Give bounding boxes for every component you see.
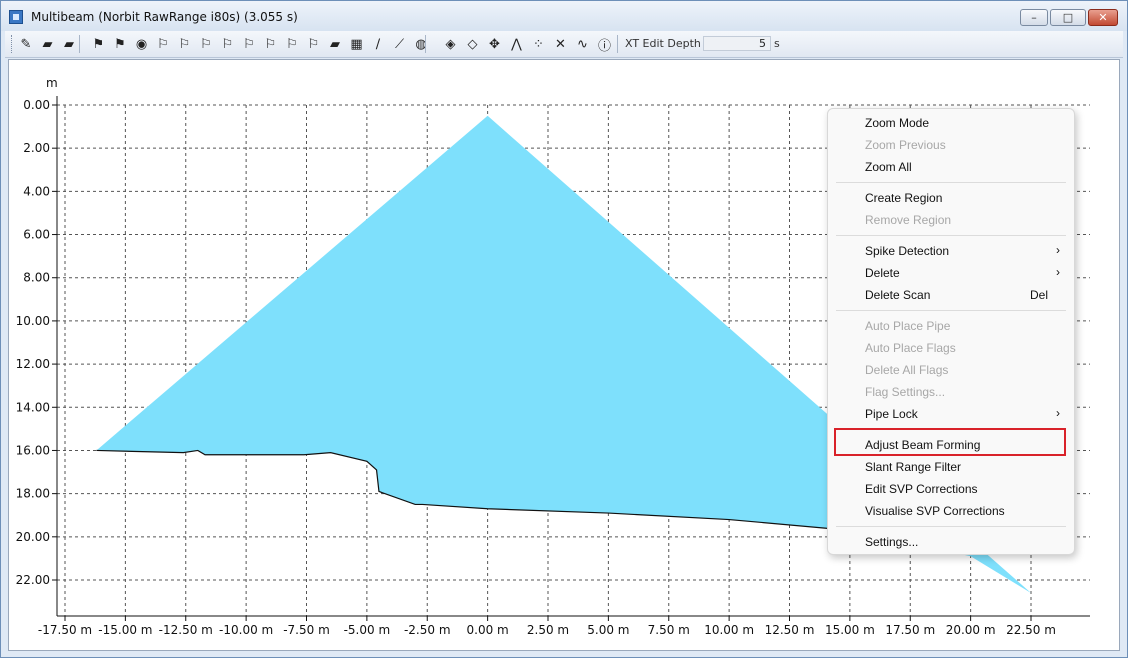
menu-item-delete[interactable]: Delete ›: [828, 262, 1074, 284]
menu-item-label: Remove Region: [865, 213, 952, 227]
chevron-right-icon: ›: [1056, 265, 1060, 279]
x-tick-label: 22.50 m: [1006, 623, 1056, 637]
x-tick-label: 17.50 m: [885, 623, 935, 637]
x-tick-label: 5.00 m: [587, 623, 629, 637]
menu-item-label: Auto Place Flags: [865, 341, 956, 355]
chevron-right-icon: ›: [1056, 243, 1060, 257]
y-tick-label: 6.00: [23, 228, 50, 242]
menu-item-zoom-previous[interactable]: Zoom Previous: [828, 134, 1074, 156]
y-tick-labels: 0.00 2.00 4.00 6.00 8.00 10.00 12.00 14.00 16.00…: [16, 98, 57, 587]
x-tick-label: 12.50 m: [765, 623, 815, 637]
menu-item-zoom-mode[interactable]: Zoom Mode: [828, 112, 1074, 134]
menu-item-label: Edit SVP Corrections: [865, 482, 978, 496]
x-tick-label: 15.00 m: [825, 623, 875, 637]
menu-item-flag-settings[interactable]: Flag Settings...: [828, 381, 1074, 403]
x-tick-label: 0.00 m: [467, 623, 509, 637]
y-tick-label: 18.00: [16, 487, 50, 501]
menu-separator: [836, 310, 1066, 311]
x-tick-label: 10.00 m: [704, 623, 754, 637]
x-tick-label: -7.50 m: [283, 623, 330, 637]
y-tick-label: 4.00: [23, 184, 50, 198]
menu-item-label: Pipe Lock: [865, 407, 918, 421]
menu-item-label: Delete: [865, 266, 900, 280]
menu-item-label: Delete Scan: [865, 288, 931, 302]
x-tick-label: -12.50 m: [159, 623, 213, 637]
menu-item-label: Zoom All: [865, 160, 912, 174]
menu-item-create-region[interactable]: Create Region: [828, 187, 1074, 209]
y-tick-label: 8.00: [23, 271, 50, 285]
menu-item-shortcut: Del: [1029, 288, 1048, 302]
menu-item-label: Create Region: [865, 191, 943, 205]
menu-item-label: Zoom Mode: [865, 116, 930, 130]
menu-item-delete-all-flags[interactable]: Delete All Flags: [828, 359, 1074, 381]
x-tick-label: 20.00 m: [946, 623, 996, 637]
x-tick-label: -10.00 m: [219, 623, 273, 637]
x-tick-label: -15.00 m: [98, 623, 152, 637]
menu-item-label: Flag Settings...: [865, 385, 946, 399]
menu-item-pipe-lock[interactable]: Pipe Lock ›: [828, 403, 1074, 425]
y-tick-label: 12.00: [16, 357, 50, 371]
menu-item-label: Zoom Previous: [865, 138, 946, 152]
x-tick-labels: -17.50 m -15.00 m -12.50 m -10.00 m -7.50 m-…: [38, 616, 1056, 637]
highlight-box: [834, 428, 1066, 456]
y-tick-label: 0.00: [23, 98, 50, 112]
y-tick-label: 14.00: [16, 400, 50, 414]
menu-item-spike-detection[interactable]: Spike Detection ›: [828, 240, 1074, 262]
menu-item-settings[interactable]: Settings...: [828, 531, 1074, 553]
menu-item-slant-range-filter[interactable]: Slant Range Filter: [828, 456, 1074, 478]
x-tick-label: -5.00 m: [344, 623, 391, 637]
y-tick-label: 22.00: [16, 573, 50, 587]
x-tick-label: 2.50 m: [527, 623, 569, 637]
x-tick-label: 7.50 m: [648, 623, 690, 637]
x-tick-label: -2.50 m: [404, 623, 451, 637]
menu-item-label: Settings...: [865, 535, 919, 549]
menu-item-delete-scan[interactable]: Delete Scan Del: [828, 284, 1074, 306]
y-tick-label: 20.00: [16, 530, 50, 544]
menu-separator: [836, 235, 1066, 236]
menu-item-label: Spike Detection: [865, 244, 950, 258]
menu-separator: [836, 526, 1066, 527]
menu-item-zoom-all[interactable]: Zoom All: [828, 156, 1074, 178]
y-axis-unit-label: m: [46, 76, 58, 90]
menu-item-label: Auto Place Pipe: [865, 319, 951, 333]
x-tick-label: -17.50 m: [38, 623, 92, 637]
menu-item-label: Slant Range Filter: [865, 460, 962, 474]
chevron-right-icon: ›: [1056, 406, 1060, 420]
menu-item-auto-place-flags[interactable]: Auto Place Flags: [828, 337, 1074, 359]
menu-item-remove-region[interactable]: Remove Region: [828, 209, 1074, 231]
y-tick-label: 2.00: [23, 141, 50, 155]
menu-item-label: Delete All Flags: [865, 363, 949, 377]
y-tick-label: 10.00: [16, 314, 50, 328]
menu-item-label: Visualise SVP Corrections: [865, 504, 1005, 518]
menu-item-edit-svp-corrections[interactable]: Edit SVP Corrections: [828, 478, 1074, 500]
menu-separator: [836, 182, 1066, 183]
y-tick-label: 16.00: [16, 443, 50, 457]
menu-item-auto-place-pipe[interactable]: Auto Place Pipe: [828, 315, 1074, 337]
context-menu: Zoom Mode Zoom Previous Zoom All Create Reg…: [827, 108, 1075, 555]
menu-item-visualise-svp-corrections[interactable]: Visualise SVP Corrections: [828, 500, 1074, 522]
